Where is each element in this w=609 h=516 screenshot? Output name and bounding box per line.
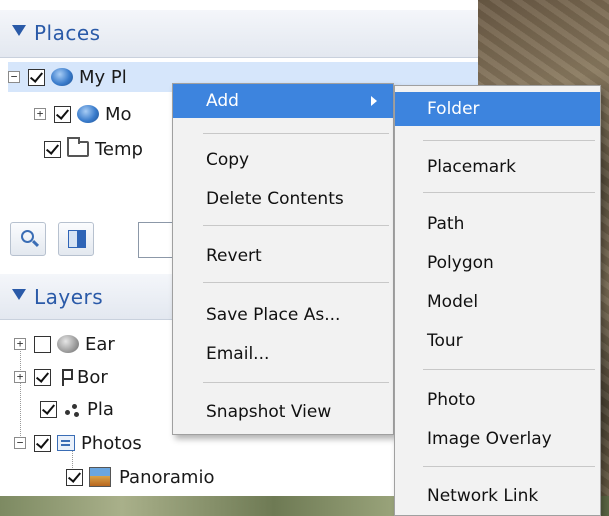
menu-item-label: Network Link (427, 486, 539, 506)
layer-item-label: Photos (81, 432, 142, 454)
menu-item-copy[interactable]: Copy (173, 143, 393, 177)
menu-separator (203, 225, 389, 226)
my-places-checkbox[interactable] (28, 68, 45, 86)
layer-item-earth[interactable]: + Ear (14, 329, 115, 359)
temp-checkbox[interactable] (44, 140, 61, 158)
expander-icon[interactable]: − (14, 437, 26, 449)
layer-item-borders[interactable]: + Bor (14, 362, 108, 392)
panel-toggle-icon (68, 230, 86, 248)
menu-item-delete-contents[interactable]: Delete Contents (173, 182, 393, 216)
globe-icon (57, 335, 79, 353)
layer-item-label: Panoramio (119, 466, 215, 488)
tree-item-mo[interactable]: + Mo (34, 99, 132, 129)
add-submenu: Folder Placemark Path Polygon Model Tour… (394, 85, 601, 516)
search-button[interactable] (10, 222, 46, 256)
menu-item-email[interactable]: Email... (173, 337, 393, 371)
layer-item-photos[interactable]: − Photos (14, 428, 142, 458)
menu-separator (203, 133, 389, 134)
submenu-item-tour[interactable]: Tour (395, 324, 600, 358)
layer-item-label: Bor (77, 366, 108, 388)
folder-icon (67, 137, 89, 157)
menu-separator (423, 140, 595, 141)
tree-item-temporary[interactable]: Temp (44, 134, 143, 164)
menu-item-label: Save Place As... (206, 305, 341, 325)
menu-item-label: Email... (206, 344, 270, 364)
layer-item-label: Ear (85, 333, 115, 355)
menu-item-label: Image Overlay (427, 429, 552, 449)
collapse-triangle-icon[interactable] (12, 25, 26, 36)
menu-item-label: Tour (427, 331, 463, 351)
menu-separator (423, 192, 595, 193)
globe-icon (77, 105, 99, 123)
expander-icon[interactable]: − (8, 71, 20, 83)
menu-item-label: Copy (206, 150, 250, 170)
submenu-item-photo[interactable]: Photo (395, 383, 600, 417)
panoramio-checkbox[interactable] (66, 468, 83, 486)
menu-item-label: Add (206, 91, 239, 111)
menu-item-label: Polygon (427, 253, 494, 273)
context-menu: Add Copy Delete Contents Revert Save Pla… (172, 83, 394, 435)
submenu-item-image-overlay[interactable]: Image Overlay (395, 422, 600, 456)
dots-icon (63, 400, 81, 418)
menu-separator (423, 466, 595, 467)
layers-title: Layers (34, 285, 104, 309)
menu-item-snapshot-view[interactable]: Snapshot View (173, 395, 393, 429)
submenu-item-folder[interactable]: Folder (395, 92, 600, 126)
mo-checkbox[interactable] (54, 105, 71, 123)
menu-item-add[interactable]: Add (173, 84, 393, 118)
search-icon-handle (31, 239, 40, 248)
layer-item-label: Pla (87, 398, 114, 420)
globe-icon (51, 68, 73, 86)
tree-item-label: My Pl (79, 66, 127, 88)
expander-icon[interactable]: + (34, 108, 46, 120)
menu-separator (203, 382, 389, 383)
submenu-item-placemark[interactable]: Placemark (395, 150, 600, 184)
menu-item-label: Snapshot View (206, 402, 332, 422)
menu-item-label: Revert (206, 246, 262, 266)
menu-item-label: Delete Contents (206, 189, 344, 209)
photos-checkbox[interactable] (34, 434, 51, 452)
menu-item-revert[interactable]: Revert (173, 239, 393, 273)
submenu-item-model[interactable]: Model (395, 285, 600, 319)
layer-item-places[interactable]: Pla (40, 394, 114, 424)
photos-icon (57, 435, 75, 451)
collapse-triangle-icon[interactable] (12, 289, 26, 300)
places-title: Places (34, 21, 101, 45)
menu-separator (423, 369, 595, 370)
menu-item-label: Placemark (427, 157, 517, 177)
menu-item-label: Path (427, 214, 465, 234)
submenu-item-path[interactable]: Path (395, 207, 600, 241)
expander-icon[interactable]: + (14, 371, 26, 383)
places-header[interactable]: Places (0, 10, 478, 58)
tree-item-label: Mo (105, 103, 132, 125)
panoramio-icon (89, 467, 111, 487)
panel-toggle-button[interactable] (58, 222, 94, 256)
places-checkbox[interactable] (40, 400, 57, 418)
earth-checkbox[interactable] (34, 335, 51, 353)
submenu-arrow-icon (371, 96, 377, 106)
submenu-item-network-link[interactable]: Network Link (395, 479, 600, 513)
menu-item-save-place-as[interactable]: Save Place As... (173, 298, 393, 332)
tree-item-label: Temp (95, 138, 143, 160)
expander-icon[interactable]: + (14, 338, 26, 350)
layer-item-panoramio[interactable]: Panoramio (66, 462, 214, 492)
menu-item-label: Folder (427, 99, 480, 119)
borders-checkbox[interactable] (34, 368, 51, 386)
pin-icon (57, 367, 73, 387)
menu-separator (203, 282, 389, 283)
menu-item-label: Model (427, 292, 479, 312)
menu-item-label: Photo (427, 390, 476, 410)
submenu-item-polygon[interactable]: Polygon (395, 246, 600, 280)
